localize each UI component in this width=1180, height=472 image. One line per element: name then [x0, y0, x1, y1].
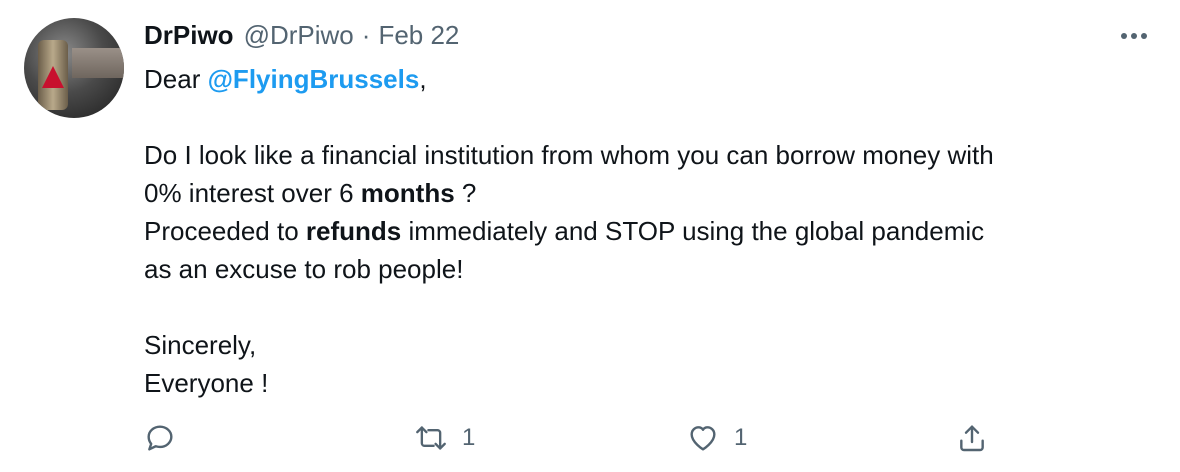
text-segment: immediately and STOP using the global pa…	[401, 216, 985, 246]
tweet-date[interactable]: Feb 22	[378, 20, 459, 51]
avatar-background	[72, 48, 124, 78]
text-line-2: 0% interest over 6 months ?	[144, 174, 1164, 212]
more-dot-icon	[1141, 33, 1147, 39]
avatar[interactable]	[24, 18, 124, 118]
tweet-header: DrPiwo @DrPiwo · Feb 22	[144, 20, 459, 52]
like-button[interactable]: 1	[686, 420, 747, 456]
text-line-sign-1: Sincerely,	[144, 330, 257, 360]
tweet-actions: 1 1	[144, 420, 1024, 456]
text-line-greeting: Dear @FlyingBrussels,	[144, 60, 1164, 98]
like-count: 1	[734, 424, 748, 451]
reply-icon	[147, 425, 173, 451]
heart-icon	[690, 426, 716, 451]
share-icon	[960, 425, 984, 452]
text-line-3: Proceeded to refunds immediately and STO…	[144, 212, 1164, 250]
retweet-icon	[416, 426, 446, 450]
text-segment: Proceeded to	[144, 216, 306, 246]
author-name[interactable]: DrPiwo	[144, 20, 234, 51]
more-options-button[interactable]	[1116, 22, 1152, 50]
reply-button[interactable]	[144, 420, 176, 456]
author-handle[interactable]: @DrPiwo	[244, 20, 354, 51]
bold-text: months	[360, 178, 455, 208]
more-dot-icon	[1121, 33, 1127, 39]
bold-text: refunds	[305, 216, 402, 246]
separator-dot: ·	[361, 20, 371, 50]
mention-link[interactable]: @FlyingBrussels	[208, 64, 420, 94]
retweet-count: 1	[462, 424, 476, 451]
share-button[interactable]	[956, 420, 988, 456]
text-line-4: as an excuse to rob people!	[144, 254, 464, 284]
more-dot-icon	[1131, 33, 1137, 39]
greeting-text: Dear	[144, 64, 208, 94]
greeting-end: ,	[419, 64, 427, 94]
text-segment: 0% interest over 6	[144, 178, 361, 208]
text-line-1: Do I look like a financial institution f…	[144, 140, 994, 170]
text-line-sign-2: Everyone !	[144, 368, 269, 398]
text-segment: ?	[454, 178, 477, 208]
retweet-button[interactable]: 1	[414, 420, 475, 456]
tweet-text: Dear @FlyingBrussels, Do I look like a f…	[144, 60, 1164, 402]
